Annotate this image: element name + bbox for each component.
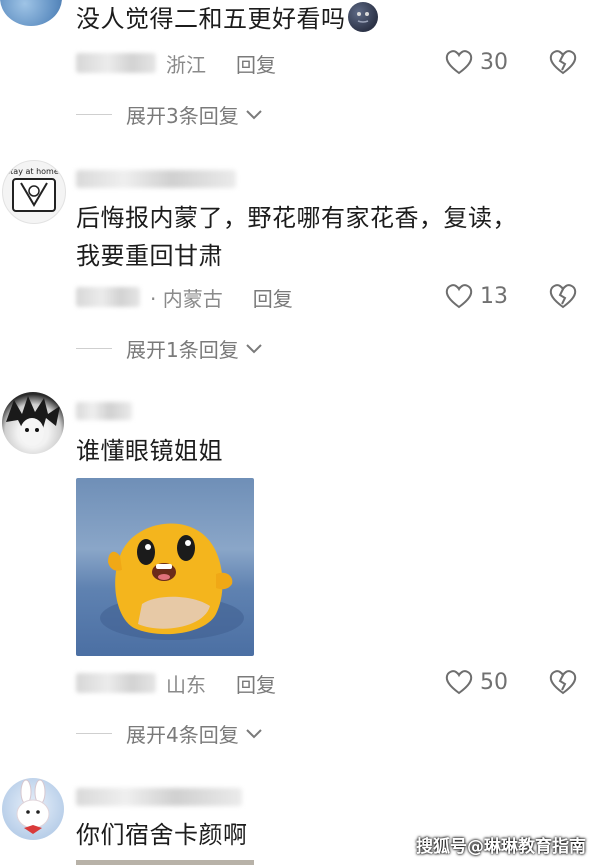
like-button[interactable]: 13	[444, 282, 508, 310]
divider-line	[76, 347, 112, 349]
avatar-text: stay at home	[6, 167, 59, 176]
expand-replies-label: 展开4条回复	[126, 722, 239, 747]
expand-replies-button[interactable]: 展开1条回复	[76, 333, 263, 363]
comment-image[interactable]	[76, 478, 254, 656]
comment-text: 没人觉得二和五更好看吗	[76, 0, 378, 38]
like-count: 30	[480, 49, 508, 75]
blurred-date	[76, 53, 156, 73]
chevron-down-icon	[246, 344, 262, 354]
dark-moon-emoji-icon	[347, 2, 378, 32]
like-count: 50	[480, 669, 508, 695]
comment-meta: 山东 回复	[76, 668, 276, 698]
dislike-button[interactable]	[548, 668, 578, 700]
dislike-button[interactable]	[548, 282, 578, 314]
heart-outline-icon	[445, 284, 473, 309]
broken-heart-icon	[549, 670, 577, 695]
comment-meta: 浙江 回复	[76, 48, 276, 78]
avatar[interactable]	[2, 392, 64, 454]
comment-location: 山东	[166, 672, 206, 697]
comment-meta: · 内蒙古 回复	[76, 282, 293, 312]
divider-line	[76, 113, 112, 115]
like-button[interactable]: 50	[444, 668, 508, 696]
avatar[interactable]	[0, 0, 62, 26]
broken-heart-icon	[549, 50, 577, 75]
comment-text: 后悔报内蒙了，野花哪有家花香，复读， 我要重回甘肃	[76, 199, 517, 275]
comment-text: 你们宿舍卡颜啊	[76, 821, 248, 849]
comment-text-content: 没人觉得二和五更好看吗	[76, 5, 346, 33]
watermark: 搜狐号@琳琳教育指南	[416, 837, 586, 857]
expand-replies-label: 展开3条回复	[126, 103, 239, 128]
blurred-username	[76, 788, 242, 806]
comment-image-partial[interactable]	[76, 860, 254, 865]
heart-outline-icon	[445, 670, 473, 695]
yellow-chick-toy-image	[100, 523, 244, 640]
broken-heart-icon	[549, 284, 577, 309]
comment-text-line: 我要重回甘肃	[76, 242, 223, 270]
reply-button[interactable]: 回复	[236, 669, 276, 698]
heart-outline-icon	[445, 50, 473, 75]
like-count: 13	[480, 283, 508, 309]
blurred-username	[76, 402, 132, 420]
blurred-username	[76, 170, 236, 188]
chevron-down-icon	[246, 729, 262, 739]
dislike-button[interactable]	[548, 48, 578, 80]
avatar[interactable]	[2, 778, 64, 840]
anime-character-avatar	[6, 396, 60, 446]
bunny-avatar-image	[16, 779, 50, 834]
like-button[interactable]: 30	[444, 48, 508, 76]
reply-button[interactable]: 回复	[253, 283, 293, 312]
reply-button[interactable]: 回复	[236, 49, 276, 78]
comment-location: · 内蒙古	[150, 286, 223, 311]
chevron-down-icon	[246, 110, 262, 120]
divider-line	[76, 732, 112, 734]
expand-replies-button[interactable]: 展开3条回复	[76, 99, 263, 129]
comment-text: 谁懂眼镜姐姐	[76, 437, 223, 465]
comment-text-line: 后悔报内蒙了，野花哪有家花香，复读，	[76, 204, 517, 232]
avatar[interactable]: stay at home	[2, 160, 66, 224]
expand-replies-label: 展开1条回复	[126, 337, 239, 362]
blurred-date	[76, 673, 156, 693]
blurred-date	[76, 287, 140, 307]
comment-location: 浙江	[166, 52, 206, 77]
expand-replies-button[interactable]: 展开4条回复	[76, 718, 263, 748]
